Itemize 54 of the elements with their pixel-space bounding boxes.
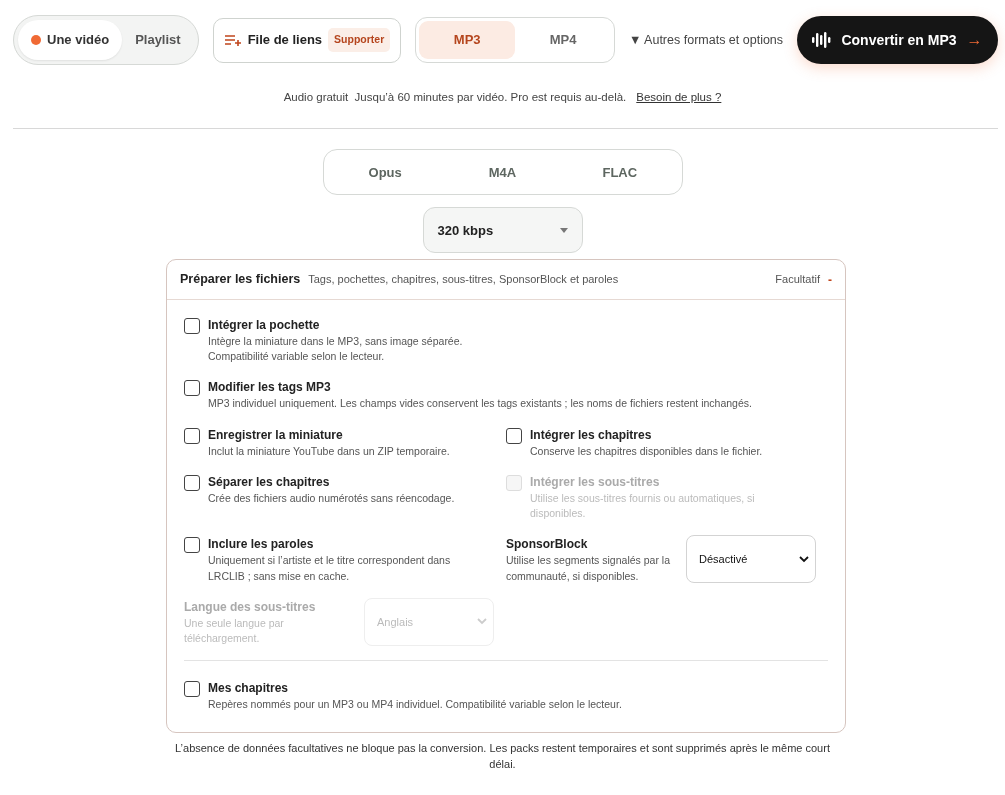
option-description: Repères nommés pour un MP3 ou MP4 individuel. Compatibilité variable selon le lecteur. <box>208 697 622 713</box>
option-label: Langue des sous-titres <box>184 598 317 616</box>
option-description: Conserve les chapitres disponibles dans le fichier. <box>530 443 763 459</box>
chevron-down-icon <box>799 555 809 563</box>
option-description: Une seule langue par téléchargement. <box>184 615 285 646</box>
format-tab[interactable]: MP3 <box>419 21 516 59</box>
more-link[interactable]: Besoin de plus ? <box>636 91 722 103</box>
checkbox[interactable] <box>506 427 522 444</box>
option-label: Inclure les paroles <box>208 536 315 554</box>
option-label: Mes chapitres <box>208 680 290 698</box>
panel-subtitle: Tags, pochettes, chapitres, sous-titres, SponsorBlock et paroles <box>308 272 619 288</box>
chevron-down-icon <box>477 618 487 626</box>
dropdown-select[interactable]: Désactivé <box>686 535 816 584</box>
collapse-toggle[interactable]: - <box>828 270 832 289</box>
convert-button[interactable]: Convertir en MP3 → <box>797 16 998 64</box>
checkbox[interactable] <box>184 474 200 491</box>
option-description: Uniquement si l’artiste et le titre correspondent dans LRCLIB ; sans mise en cache. <box>208 553 452 584</box>
optional-label: Facultatif <box>775 272 820 288</box>
option-label: Intégrer la pochette <box>208 317 321 334</box>
format-tab[interactable]: MP4 <box>515 21 611 59</box>
mode-tab[interactable]: Une vidéo <box>18 20 123 60</box>
caret-icon <box>559 227 568 233</box>
option-label: Modifier les tags MP3 <box>208 379 332 397</box>
audio-format-tab[interactable]: M4A <box>443 153 562 192</box>
checkbox[interactable] <box>184 427 200 444</box>
option-description: Crée des fichiers audio numérotés sans réencodage. <box>208 490 455 506</box>
checkbox[interactable] <box>184 537 200 554</box>
option-description: Utilise les segments signalés par la communauté, si disponibles. <box>506 553 671 584</box>
checkbox[interactable] <box>184 380 200 397</box>
option-description: MP3 individuel uniquement. Les champs vides conservent les tags existants ; les noms de fichiers restent inchangés. <box>208 396 752 412</box>
dropdown-select: Anglais <box>364 597 494 646</box>
more-options-toggle[interactable]: ▼ Autres formats et options <box>628 30 784 50</box>
supporter-badge: Supporter <box>328 28 391 52</box>
option-label: Intégrer les sous-titres <box>530 473 661 491</box>
link-file-button[interactable]: File de liens Supporter <box>212 17 402 63</box>
option-description: Utilise les sous-titres fournis ou automatiques, si disponibles. <box>530 490 756 522</box>
checkbox[interactable] <box>184 318 200 334</box>
checkbox[interactable] <box>184 681 200 698</box>
waveform-icon <box>812 32 832 48</box>
footer-note: L’absence de données facultatives ne bloque pas la conversion. Les packs restent temporaires et sont supprimés après le même court délai. <box>174 741 831 772</box>
option-label: Séparer les chapitres <box>208 473 331 491</box>
panel-title: Préparer les fichiers <box>180 271 301 289</box>
audio-format-tab[interactable]: Opus <box>326 153 444 192</box>
option-label: Enregistrer la miniature <box>208 426 344 444</box>
option-description: Inclut la miniature YouTube dans un ZIP temporaire. <box>208 443 450 459</box>
list-add-icon <box>223 33 242 47</box>
option-description: Intègre la miniature dans le MP3, sans image séparée. Compatibilité variable selon le lecteur. <box>208 334 463 365</box>
option-label: Intégrer les chapitres <box>530 426 653 444</box>
selected-dot-icon <box>31 35 41 45</box>
option-label: SponsorBlock <box>506 536 589 554</box>
audio-format-tab[interactable]: FLAC <box>561 153 679 192</box>
info-text: Audio gratuit Jusqu’à 60 minutes par vidéo. Pro est requis au-delà. <box>283 91 627 103</box>
mode-tab[interactable]: Playlist <box>122 20 194 60</box>
bitrate-select[interactable]: 320 kbps <box>422 207 583 254</box>
